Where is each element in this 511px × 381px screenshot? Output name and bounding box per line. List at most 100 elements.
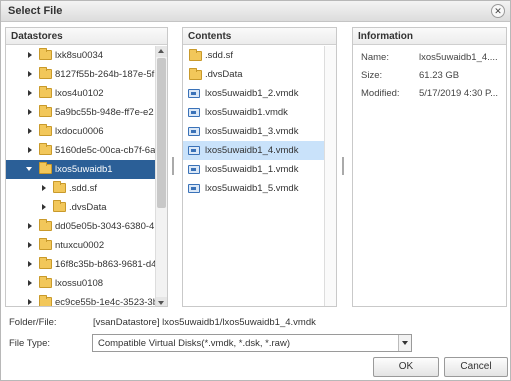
datastore-tree-item[interactable]: lxos5uwaidb1 <box>6 160 156 179</box>
contents-list-item-label: .sdd.sf <box>205 50 233 61</box>
expand-right-arrow-icon[interactable] <box>28 299 32 305</box>
folder-icon <box>39 86 52 98</box>
folder-icon <box>39 143 52 155</box>
file-type-label: File Type: <box>9 338 51 349</box>
expand-right-arrow-icon[interactable] <box>28 128 32 134</box>
contents-list-item[interactable]: lxos5uwaidb1_1.vmdk <box>183 160 325 179</box>
contents-list-item[interactable]: lxos5uwaidb1_5.vmdk <box>183 179 325 198</box>
contents-list-item-label: .dvsData <box>205 69 243 80</box>
contents-list: .sdd.sf .dvsData lxos5uwaidb1_2.vmdk lxos5u… <box>183 46 325 198</box>
datastore-tree-item-label: .dvsData <box>69 202 107 213</box>
contents-list-item[interactable]: lxos5uwaidb1_2.vmdk <box>183 84 325 103</box>
vmdk-disk-icon <box>188 127 200 136</box>
datastore-tree-item[interactable]: lxossu0108 <box>6 274 156 293</box>
ok-button[interactable]: OK <box>373 357 439 377</box>
folder-icon <box>39 162 52 174</box>
folder-icon <box>39 124 52 136</box>
vmdk-disk-icon <box>188 89 200 98</box>
vmdk-disk-icon <box>188 165 200 174</box>
folder-file-label: Folder/File: <box>9 317 57 328</box>
information-row: Name: lxos5uwaidb1_4.... <box>359 52 504 70</box>
expand-right-arrow-icon[interactable] <box>42 204 46 210</box>
datastore-tree-item[interactable]: lxdocu0006 <box>6 122 156 141</box>
datastore-tree-item[interactable]: ec9ce55b-1e4c-3523-3b <box>6 293 156 306</box>
datastore-tree-item[interactable]: 5a9bc55b-948e-ff7e-e2 <box>6 103 156 122</box>
expand-right-arrow-icon[interactable] <box>28 223 32 229</box>
folder-icon <box>39 257 52 269</box>
folder-icon <box>39 105 52 117</box>
scroll-thumb[interactable] <box>157 58 166 208</box>
title-bar[interactable]: Select File ✕ <box>1 1 510 22</box>
datastore-tree-item[interactable]: 8127f55b-264b-187e-5f <box>6 65 156 84</box>
folder-icon <box>39 67 52 79</box>
folder-icon <box>189 68 202 80</box>
datastore-tree-item-label: lxos5uwaidb1 <box>55 164 113 175</box>
datastore-tree-item-label: 8127f55b-264b-187e-5f <box>55 69 155 80</box>
datastore-tree-item-label: lxdocu0006 <box>55 126 104 137</box>
datastore-tree-item-label: lxos4u0102 <box>55 88 104 99</box>
information-pane: Information Name: lxos5uwaidb1_4.... Size:… <box>352 27 507 307</box>
expand-down-arrow-icon[interactable] <box>26 167 32 171</box>
contents-list-item[interactable]: lxos5uwaidb1_3.vmdk <box>183 122 325 141</box>
datastore-tree-item-label: ntuxcu0002 <box>55 240 105 251</box>
information-key: Name: <box>361 52 389 63</box>
folder-file-path: [vsanDatastore] lxos5uwaidb1/lxos5uwaidb… <box>93 317 316 328</box>
contents-pane: Contents .sdd.sf .dvsData lxos5uwaidb1_2.v… <box>182 27 337 307</box>
expand-right-arrow-icon[interactable] <box>42 185 46 191</box>
folder-icon <box>39 276 52 288</box>
contents-list-item[interactable]: lxos5uwaidb1.vmdk <box>183 103 325 122</box>
expand-right-arrow-icon[interactable] <box>28 261 32 267</box>
contents-list-item-label: lxos5uwaidb1_2.vmdk <box>205 88 299 99</box>
contents-list-item[interactable]: lxos5uwaidb1_4.vmdk <box>183 141 325 160</box>
scroll-down-arrow-icon[interactable] <box>156 297 167 306</box>
datastore-tree-item[interactable]: lxk8su0034 <box>6 46 156 65</box>
datastore-tree-item-label: lxk8su0034 <box>55 50 104 61</box>
scroll-up-arrow-icon[interactable] <box>156 46 167 57</box>
datastores-splitter[interactable] <box>171 27 175 307</box>
expand-right-arrow-icon[interactable] <box>28 280 32 286</box>
contents-list-item-label: lxos5uwaidb1_3.vmdk <box>205 126 299 137</box>
file-type-selected-value: Compatible Virtual Disks(*.vmdk, *.dsk, … <box>98 338 290 349</box>
folder-icon <box>39 295 52 306</box>
datastores-scrollbar[interactable] <box>155 46 167 306</box>
datastore-tree-item[interactable]: ntuxcu0002 <box>6 236 156 255</box>
expand-right-arrow-icon[interactable] <box>28 242 32 248</box>
contents-list-item-label: lxos5uwaidb1_5.vmdk <box>205 183 299 194</box>
datastore-tree-item[interactable]: .dvsData <box>6 198 156 217</box>
contents-header: Contents <box>183 28 336 45</box>
vmdk-disk-icon <box>188 146 200 155</box>
cancel-button[interactable]: Cancel <box>444 357 508 377</box>
contents-list-item-label: lxos5uwaidb1.vmdk <box>205 107 288 118</box>
datastore-tree-item-label: 16f8c35b-b863-9681-d4 <box>55 259 156 270</box>
expand-right-arrow-icon[interactable] <box>28 52 32 58</box>
datastore-tree-item[interactable]: 5160de5c-00ca-cb7f-6a <box>6 141 156 160</box>
information-value: 5/17/2019 4:30 P... <box>419 88 499 99</box>
splitter-grip-icon <box>172 157 174 175</box>
select-file-dialog: Select File ✕ Datastores lxk8su0034 8127f… <box>0 0 511 381</box>
file-type-select[interactable]: Compatible Virtual Disks(*.vmdk, *.dsk, … <box>92 334 412 352</box>
expand-right-arrow-icon[interactable] <box>28 109 32 115</box>
contents-splitter[interactable] <box>341 27 345 307</box>
dialog-title: Select File <box>8 5 63 17</box>
contents-scrollbar[interactable] <box>324 46 336 306</box>
datastore-tree-item-label: 5a9bc55b-948e-ff7e-e2 <box>55 107 154 118</box>
expand-right-arrow-icon[interactable] <box>28 71 32 77</box>
contents-list-item[interactable]: .sdd.sf <box>183 46 325 65</box>
chevron-down-icon[interactable] <box>398 335 411 351</box>
information-row: Size: 61.23 GB <box>359 70 504 88</box>
datastore-tree-item[interactable]: .sdd.sf <box>6 179 156 198</box>
expand-right-arrow-icon[interactable] <box>28 147 32 153</box>
information-row: Modified: 5/17/2019 4:30 P... <box>359 88 504 106</box>
information-body: Name: lxos5uwaidb1_4.... Size: 61.23 GB Modi… <box>359 52 504 106</box>
datastore-tree-item[interactable]: 16f8c35b-b863-9681-d4 <box>6 255 156 274</box>
close-icon[interactable]: ✕ <box>491 4 505 18</box>
folder-icon <box>39 219 52 231</box>
folder-icon <box>53 181 66 193</box>
expand-right-arrow-icon[interactable] <box>28 90 32 96</box>
datastore-tree-item[interactable]: dd05e05b-3043-6380-4 <box>6 217 156 236</box>
datastore-tree-item[interactable]: lxos4u0102 <box>6 84 156 103</box>
contents-list-item[interactable]: .dvsData <box>183 65 325 84</box>
information-value: 61.23 GB <box>419 70 460 81</box>
vmdk-disk-icon <box>188 108 200 117</box>
datastores-pane: Datastores lxk8su0034 8127f55b-264b-187e-… <box>5 27 168 307</box>
